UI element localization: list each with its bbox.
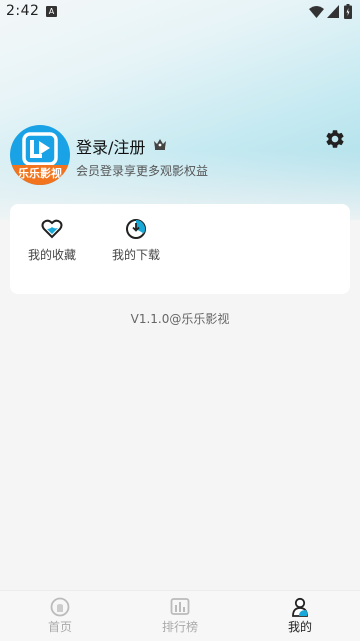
battery-icon — [344, 4, 352, 19]
home-icon — [50, 597, 70, 617]
nav-home[interactable]: 首页 — [30, 597, 90, 635]
wifi-icon — [309, 6, 324, 18]
nav-profile-label: 我的 — [287, 620, 312, 634]
download-icon — [126, 219, 146, 239]
nav-ranking[interactable]: 排行榜 — [150, 597, 210, 635]
signal-icon — [327, 5, 339, 18]
member-subtitle: 会员登录享更多观影权益 — [76, 164, 209, 178]
avatar-banner-text: 乐乐影视 — [10, 165, 70, 185]
status-time: 2:42 — [6, 3, 40, 19]
version-text: V1.1.0@乐乐影视 — [130, 312, 230, 326]
login-register-link[interactable]: 登录/注册 — [76, 134, 145, 158]
my-downloads-button[interactable]: 我的下载 — [106, 218, 166, 263]
avatar[interactable]: 乐乐影视 — [10, 125, 70, 185]
nav-profile[interactable]: 我的 — [270, 597, 330, 635]
quick-actions-card: 我的收藏 我的下载 — [10, 204, 350, 294]
app-logo-icon — [22, 132, 58, 166]
my-favorites-button[interactable]: 我的收藏 — [22, 218, 82, 263]
my-favorites-label: 我的收藏 — [27, 248, 76, 262]
profile-icon — [292, 597, 308, 617]
notification-badge: A — [46, 6, 57, 17]
status-bar: 2:42 A — [0, 0, 360, 24]
my-downloads-label: 我的下载 — [111, 248, 160, 262]
bottom-nav: 首页 排行榜 我的 — [0, 590, 360, 641]
gear-icon[interactable] — [324, 128, 346, 150]
nav-home-label: 首页 — [47, 620, 72, 634]
nav-ranking-label: 排行榜 — [161, 620, 198, 634]
heart-icon — [41, 219, 63, 239]
crown-icon — [154, 139, 166, 150]
ranking-icon — [170, 598, 190, 615]
